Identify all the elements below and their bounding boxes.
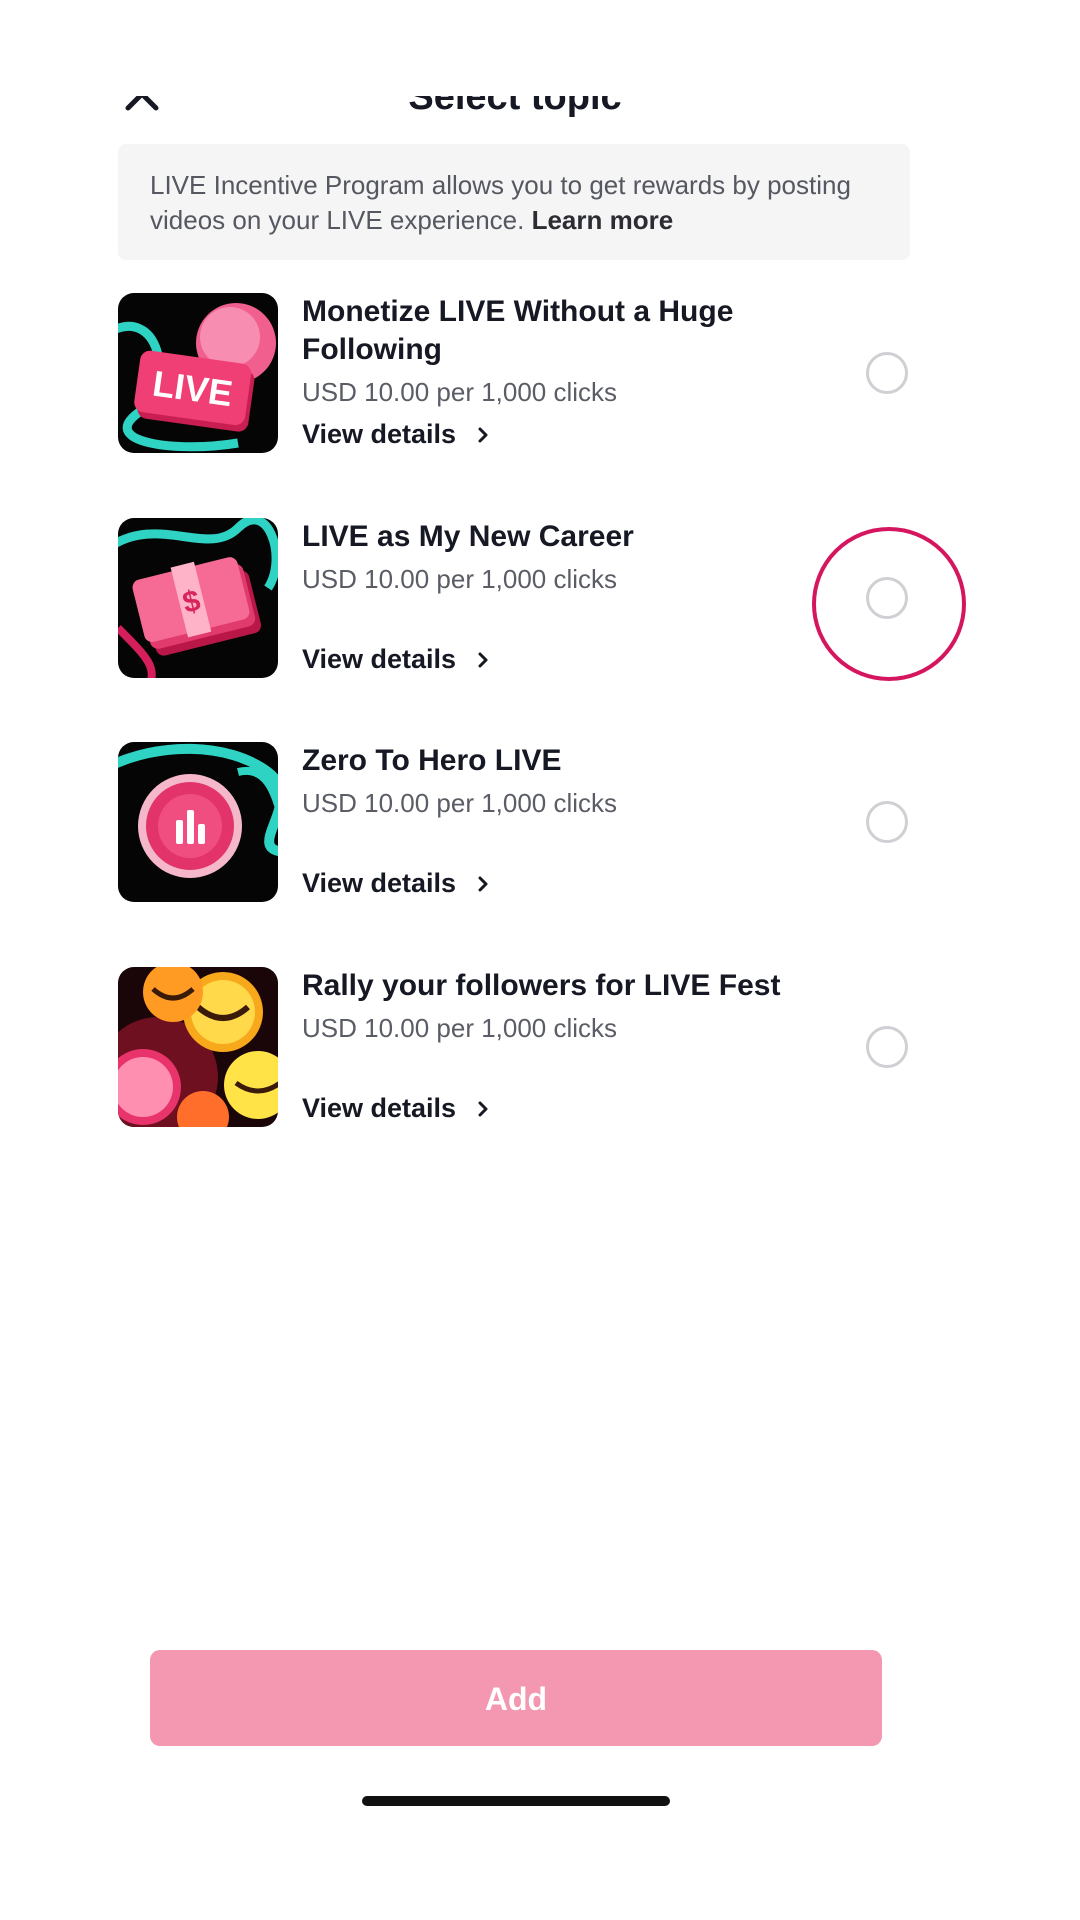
chevron-right-icon: [478, 876, 488, 891]
view-details-label: View details: [302, 419, 457, 449]
topic-thumbnail: [118, 967, 278, 1127]
info-text: LIVE Incentive Program allows you to get…: [150, 170, 851, 235]
chevron-right-icon: [478, 652, 488, 667]
view-details-link[interactable]: View details: [302, 868, 492, 899]
chevron-right-icon: [478, 1101, 488, 1116]
header: Select topic: [0, 0, 1080, 118]
topic-radio[interactable]: [866, 801, 908, 843]
view-details-label: View details: [302, 644, 457, 674]
topic-item[interactable]: LIVE Monetize LIVE Without a Huge Follow…: [118, 293, 910, 455]
topic-item[interactable]: $ LIVE as My New Career USD 10.00 per 1,…: [118, 518, 910, 680]
view-details-label: View details: [302, 868, 457, 898]
view-details-link[interactable]: View details: [302, 1093, 492, 1124]
topic-title: Zero To Hero LIVE: [302, 744, 562, 777]
view-details-link[interactable]: View details: [302, 419, 492, 450]
info-banner: LIVE Incentive Program allows you to get…: [118, 144, 910, 260]
home-indicator: [362, 1796, 670, 1806]
topic-price: USD 10.00 per 1,000 clicks: [302, 1013, 618, 1043]
view-details-link[interactable]: View details: [302, 644, 492, 675]
highlight-ring: [812, 527, 966, 681]
topic-radio[interactable]: [866, 1026, 908, 1068]
topic-item[interactable]: Zero To Hero LIVE USD 10.00 per 1,000 cl…: [118, 742, 910, 904]
topic-price: USD 10.00 per 1,000 clicks: [302, 788, 618, 818]
topic-title: LIVE as My New Career: [302, 520, 634, 553]
topic-radio[interactable]: [866, 352, 908, 394]
topic-title: Rally your followers for LIVE Fest: [302, 969, 781, 1002]
topic-price: USD 10.00 per 1,000 clicks: [302, 564, 618, 594]
topic-title: Monetize LIVE Without a Huge Following: [302, 295, 734, 366]
select-topic-screen: Select topic LIVE Incentive Program allo…: [0, 0, 1080, 1920]
topic-thumbnail: LIVE: [118, 293, 278, 453]
learn-more-link[interactable]: Learn more: [532, 205, 674, 235]
topic-thumbnail: [118, 742, 278, 902]
topic-price: USD 10.00 per 1,000 clicks: [302, 377, 618, 407]
topic-thumbnail: $: [118, 518, 278, 678]
topic-item[interactable]: Rally your followers for LIVE Fest USD 1…: [118, 967, 910, 1129]
add-button[interactable]: Add: [150, 1650, 882, 1746]
chevron-right-icon: [478, 427, 488, 442]
view-details-label: View details: [302, 1093, 457, 1123]
